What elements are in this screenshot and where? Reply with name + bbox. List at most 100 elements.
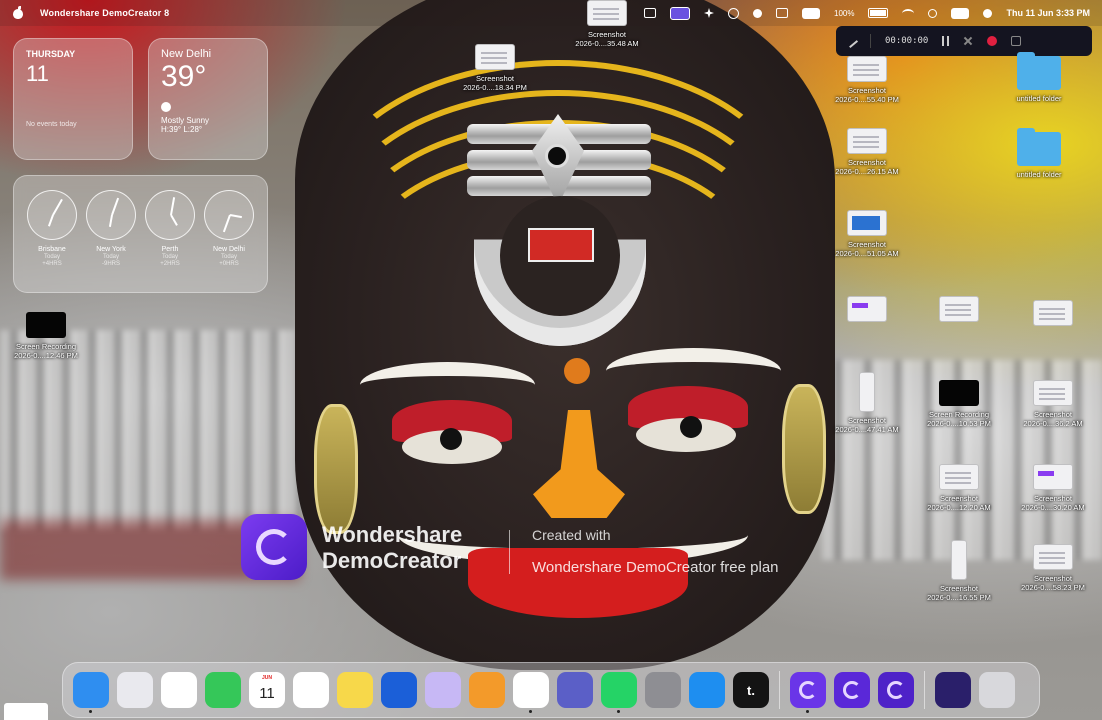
- cancel-recording-icon[interactable]: [963, 36, 973, 46]
- weather-high-low: H:39° L:28°: [161, 125, 203, 134]
- bluetooth-icon[interactable]: [802, 7, 820, 19]
- desktop-file[interactable]: Screenshot 2026-0....16.55 PM: [914, 540, 1004, 602]
- desktop-file[interactable]: Screenshot 2026-0....26.15 AM: [822, 128, 912, 176]
- desktop-file[interactable]: [822, 296, 912, 322]
- screenshot-thumbnail-icon: [847, 128, 887, 154]
- screenshot-thumbnail-icon: [939, 464, 979, 490]
- calendar-widget[interactable]: THURSDAY 11 No events today: [13, 38, 133, 160]
- running-indicator: [529, 710, 532, 713]
- desktop-folder[interactable]: untitled folder: [994, 52, 1084, 103]
- desktop-file[interactable]: Screenshot 2026-0....58.23 PM: [1008, 544, 1098, 592]
- desktop-file[interactable]: [914, 296, 1004, 322]
- democreator-icon[interactable]: [878, 672, 914, 708]
- annotate-pen-icon[interactable]: [843, 33, 859, 49]
- running-indicator: [89, 710, 92, 713]
- desktop-file[interactable]: Screenshot 2026-0....55.40 PM: [822, 56, 912, 104]
- watermark-created-with: Created with: [532, 527, 611, 543]
- democreator-icon[interactable]: [834, 672, 870, 708]
- siri-icon[interactable]: [983, 8, 993, 18]
- wallpaper-earring-left: [314, 404, 358, 534]
- file-date: 2026-0....12.20 AM: [927, 503, 991, 512]
- spotlight-search-icon[interactable]: [928, 8, 938, 18]
- sun-icon: [161, 102, 171, 112]
- tubi-icon[interactable]: t.: [733, 672, 769, 708]
- pause-icon[interactable]: [942, 36, 950, 46]
- sparkle-icon[interactable]: [704, 8, 714, 18]
- democreator-watermark-logo: [241, 514, 307, 580]
- desktop-file[interactable]: Screenshot 2026-0....18.34 PM: [450, 44, 540, 92]
- clock-city: Brisbane: [38, 246, 66, 253]
- desktop-file[interactable]: Screenshot 2026-0....36.2 AM: [1008, 380, 1098, 428]
- active-app-name[interactable]: Wondershare DemoCreator 8: [40, 8, 169, 18]
- world-clock: New York Today -9HRS: [83, 190, 139, 278]
- toolbar-options-icon[interactable]: [1011, 36, 1022, 46]
- battery-icon[interactable]: [868, 8, 889, 18]
- clock-offset: +2HRS: [160, 261, 180, 267]
- file-date: 2026-0....30.20 AM: [1021, 503, 1085, 512]
- desktop-file[interactable]: Screen Recording 2026-0....12.46 PM: [1, 312, 91, 360]
- whatsapp-icon[interactable]: [601, 672, 637, 713]
- desktop-file[interactable]: Screenshot 2026-0....47.41 AM: [822, 372, 912, 434]
- desktop-folder[interactable]: untitled folder: [994, 128, 1084, 179]
- pages-icon[interactable]: [469, 672, 505, 708]
- desktop-file[interactable]: Screenshot 2026-0....35.48 AM: [562, 0, 652, 48]
- weather-widget[interactable]: New Delhi 39° Mostly Sunny H:39° L:28°: [148, 38, 268, 160]
- recording-toolbar: 00:00:00: [836, 26, 1092, 56]
- democreator-status-icon[interactable]: [670, 6, 690, 20]
- facetime-icon[interactable]: [205, 672, 241, 708]
- teams-icon[interactable]: [557, 672, 593, 708]
- wifi-icon[interactable]: [902, 8, 915, 18]
- folder-icon: [1017, 52, 1061, 90]
- file-name: Screenshot: [476, 74, 514, 83]
- desktop-file[interactable]: [1008, 300, 1098, 326]
- stop-recording-icon[interactable]: [987, 36, 998, 46]
- reminders-icon[interactable]: [293, 672, 329, 708]
- freeform-icon[interactable]: [425, 672, 461, 708]
- file-name: Screenshot: [848, 86, 886, 95]
- trash-icon[interactable]: [979, 672, 1015, 708]
- world-clock-widget[interactable]: Brisbane Today +4HRS New York Today -9HR…: [13, 175, 268, 293]
- finder-icon[interactable]: [73, 672, 109, 713]
- screen-preview-icon[interactable]: [935, 672, 971, 708]
- chrome-icon[interactable]: [513, 672, 549, 713]
- launchpad-icon[interactable]: [117, 672, 153, 708]
- recording-timer: 00:00:00: [885, 36, 929, 46]
- file-date: 2026-0....18.34 PM: [463, 83, 527, 92]
- menu-bar-clock[interactable]: Thu 11 Jun 3:33 PM: [1006, 8, 1090, 18]
- democreator-icon[interactable]: [790, 672, 826, 713]
- desktop-file[interactable]: Screen Recording 2026-0....10.53 PM: [914, 380, 1004, 428]
- clock-face-icon: [27, 190, 77, 240]
- appstore-icon[interactable]: [689, 672, 725, 708]
- clock-day: Today: [43, 254, 60, 260]
- clock-city: Perth: [161, 246, 179, 253]
- desktop-file[interactable]: Screenshot 2026-0....30.20 AM: [1008, 464, 1098, 512]
- control-center-icon[interactable]: [951, 7, 970, 19]
- desktop-file[interactable]: Screenshot 2026-0....51.05 AM: [822, 210, 912, 258]
- file-date: 2026-0....58.23 PM: [1021, 583, 1085, 592]
- record-dot-icon[interactable]: [753, 8, 762, 18]
- clock-city: New York: [96, 246, 126, 253]
- window-icon[interactable]: [776, 8, 788, 18]
- apple-menu-icon[interactable]: [12, 6, 24, 20]
- menu-bar: Wondershare DemoCreator 8 100% Thu 11 Ju…: [0, 0, 1102, 26]
- settings-icon[interactable]: [645, 672, 681, 708]
- keynote-icon[interactable]: [381, 672, 417, 708]
- calendar-icon[interactable]: JUN 11: [249, 672, 285, 708]
- user-circle-icon[interactable]: [728, 7, 739, 19]
- watermark-brand: Wondershare DemoCreator: [322, 522, 502, 574]
- screenshot-thumbnail-icon: [847, 56, 887, 82]
- calendar-date: 11: [26, 61, 49, 86]
- clock-minute-hand: [111, 197, 120, 216]
- democreator-ring: [887, 681, 905, 699]
- screenshot-thumbnail-icon: [475, 44, 515, 70]
- desktop-file[interactable]: Screenshot 2026-0....12.20 AM: [914, 464, 1004, 512]
- clock-offset: +4HRS: [42, 261, 62, 267]
- dock: JUN 11 t.: [62, 662, 1040, 718]
- notes-icon[interactable]: [337, 672, 373, 708]
- dock-separator: [779, 671, 780, 709]
- photos-icon[interactable]: [161, 672, 197, 708]
- screenshot-preview-thumbnail[interactable]: [4, 703, 48, 720]
- world-clock: Brisbane Today +4HRS: [24, 190, 80, 278]
- clock-day: Today: [161, 254, 178, 260]
- file-date: 2026-0....51.05 AM: [835, 249, 899, 258]
